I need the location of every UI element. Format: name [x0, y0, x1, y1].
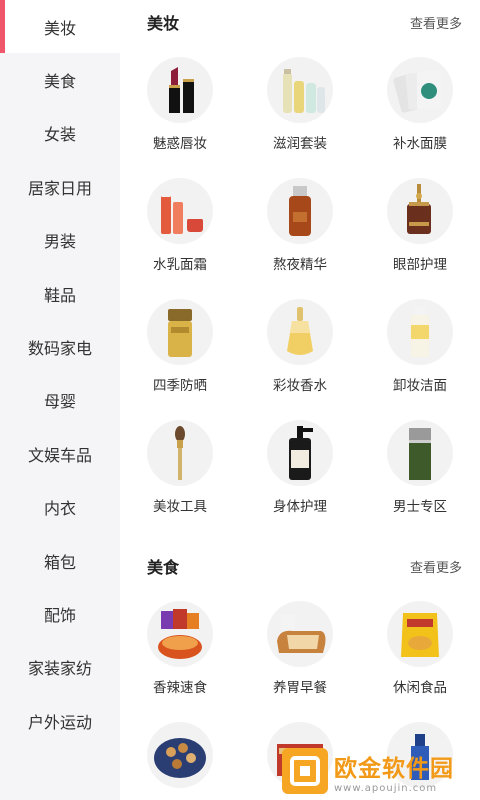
- category-tile[interactable]: 休闲食品: [360, 588, 480, 709]
- tile-label: 卸妆洁面: [393, 378, 447, 394]
- skincare-set-icon: [267, 57, 333, 123]
- sidebar-item-womens[interactable]: 女装: [0, 107, 120, 160]
- tile-label: 水乳面霜: [153, 257, 207, 273]
- category-tile[interactable]: [120, 709, 240, 800]
- spicy-food-icon: [147, 601, 213, 667]
- sidebar-item-mens[interactable]: 男装: [0, 214, 120, 267]
- sidebar-item-label: 母婴: [43, 392, 76, 412]
- category-sidebar: 美妆 美食 女装 居家日用 男装 鞋品 数码家电 母婴 文娱车品 内衣 箱包 配…: [0, 0, 120, 800]
- sidebar-item-label: 家装家纺: [27, 659, 92, 679]
- sidebar-item-label: 女装: [43, 125, 76, 145]
- sidebar-item-label: 配饰: [43, 605, 76, 625]
- category-tile[interactable]: 四季防晒: [120, 286, 240, 407]
- sidebar-item-accessories[interactable]: 配饰: [0, 587, 120, 640]
- product-grid-makeup: 魅惑唇妆 滋润套装 补水面膜 水乳面霜 熬夜精华 眼部护理 四季防晒 彩妆香水 …: [120, 44, 480, 528]
- category-tile[interactable]: 身体护理: [240, 407, 360, 528]
- sidebar-item-home[interactable]: 居家日用: [0, 160, 120, 213]
- category-tile[interactable]: 香辣速食: [120, 588, 240, 709]
- tile-label: 休闲食品: [393, 680, 447, 696]
- section-header-makeup: 美妆 查看更多: [120, 0, 480, 44]
- sidebar-item-label: 美食: [43, 72, 76, 92]
- sidebar-item-label: 美妆: [43, 18, 76, 38]
- category-tile[interactable]: 眼部护理: [360, 165, 480, 286]
- sidebar-item-outdoor[interactable]: 户外运动: [0, 694, 120, 747]
- watermark: 欧金软件园 www.apoujin.com: [282, 746, 478, 796]
- bread-icon: [267, 601, 333, 667]
- watermark-text: 欧金软件园 www.apoujin.com: [334, 749, 454, 794]
- sidebar-item-label: 箱包: [43, 552, 76, 572]
- category-tile[interactable]: 彩妆香水: [240, 286, 360, 407]
- lipstick-icon: [147, 57, 213, 123]
- face-mask-icon: [387, 57, 453, 123]
- see-more-link[interactable]: 查看更多: [410, 13, 462, 32]
- watermark-url: www.apoujin.com: [334, 782, 438, 794]
- makeup-brush-icon: [147, 420, 213, 486]
- sidebar-item-label: 鞋品: [43, 285, 76, 305]
- sidebar-item-baby[interactable]: 母婴: [0, 374, 120, 427]
- sidebar-item-label: 男装: [43, 232, 76, 252]
- category-tile[interactable]: 卸妆洁面: [360, 286, 480, 407]
- category-tile[interactable]: 水乳面霜: [120, 165, 240, 286]
- sidebar-item-home-textile[interactable]: 家装家纺: [0, 641, 120, 694]
- category-content: 美妆 查看更多 魅惑唇妆 滋润套装 补水面膜 水乳面霜 熬夜精华 眼部护理 四季…: [120, 0, 480, 800]
- category-tile[interactable]: 养胃早餐: [240, 588, 360, 709]
- sidebar-item-label: 内衣: [43, 499, 76, 519]
- body-care-bottle-icon: [267, 420, 333, 486]
- cleanser-bottle-icon: [387, 299, 453, 365]
- sidebar-item-label: 居家日用: [27, 178, 92, 198]
- sidebar-item-label: 文娱车品: [27, 445, 92, 465]
- tile-label: 香辣速食: [153, 680, 207, 696]
- sunscreen-icon: [147, 299, 213, 365]
- tile-label: 熬夜精华: [273, 257, 327, 273]
- sidebar-item-entertainment[interactable]: 文娱车品: [0, 427, 120, 480]
- watermark-brand: 欧金软件园: [334, 755, 454, 782]
- men-spray-icon: [387, 420, 453, 486]
- section-title: 美食: [147, 558, 180, 577]
- tile-label: 魅惑唇妆: [153, 136, 207, 152]
- cream-set-icon: [147, 178, 213, 244]
- see-more-link[interactable]: 查看更多: [410, 557, 462, 576]
- sidebar-item-makeup[interactable]: 美妆: [0, 0, 120, 54]
- sidebar-item-bags[interactable]: 箱包: [0, 534, 120, 587]
- category-tile[interactable]: 熬夜精华: [240, 165, 360, 286]
- tile-label: 男士专区: [393, 499, 447, 515]
- tile-label: 滋润套装: [273, 136, 327, 152]
- category-tile[interactable]: 男士专区: [360, 407, 480, 528]
- tile-label: 养胃早餐: [273, 680, 327, 696]
- tile-label: 补水面膜: [393, 136, 447, 152]
- chips-bag-icon: [387, 601, 453, 667]
- sidebar-item-underwear[interactable]: 内衣: [0, 481, 120, 534]
- category-tile[interactable]: 美妆工具: [120, 407, 240, 528]
- category-tile[interactable]: 滋润套装: [240, 44, 360, 165]
- tile-label: 美妆工具: [153, 499, 207, 515]
- watermark-logo-icon: [282, 748, 328, 794]
- category-tile[interactable]: 补水面膜: [360, 44, 480, 165]
- sidebar-item-label: 数码家电: [27, 339, 92, 359]
- sidebar-item-digital[interactable]: 数码家电: [0, 320, 120, 373]
- tile-label: 四季防晒: [153, 378, 207, 394]
- tile-label: 眼部护理: [393, 257, 447, 273]
- sidebar-item-shoes[interactable]: 鞋品: [0, 267, 120, 320]
- section-title: 美妆: [147, 14, 180, 33]
- section-header-food: 美食 查看更多: [120, 544, 480, 588]
- category-tile[interactable]: 魅惑唇妆: [120, 44, 240, 165]
- serum-bottle-icon: [267, 178, 333, 244]
- tile-label: 身体护理: [273, 499, 327, 515]
- tile-label: 彩妆香水: [273, 378, 327, 394]
- perfume-icon: [267, 299, 333, 365]
- cookie-tin-icon: [147, 722, 213, 788]
- eye-care-bottle-icon: [387, 178, 453, 244]
- sidebar-item-food[interactable]: 美食: [0, 53, 120, 106]
- sidebar-item-label: 户外运动: [27, 712, 92, 732]
